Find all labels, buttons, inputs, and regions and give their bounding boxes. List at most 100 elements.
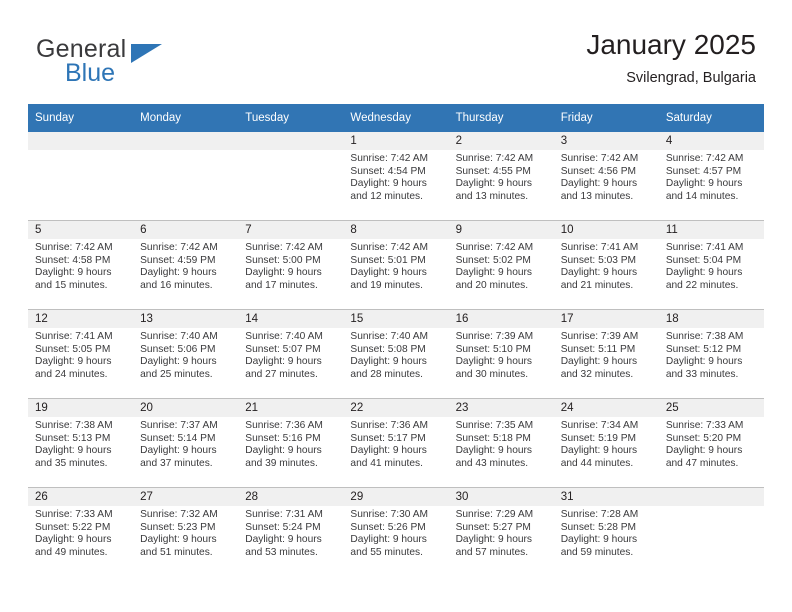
day-number: 1 (343, 132, 449, 150)
day-sun-info: Sunrise: 7:42 AM Sunset: 4:56 PM Daylight:… (554, 150, 659, 203)
day-sun-info: Sunrise: 7:32 AM Sunset: 5:23 PM Daylight:… (133, 506, 238, 559)
daylight-text-line1: Daylight: 9 hours (245, 267, 322, 279)
calendar-day-cell[interactable]: 25 Sunrise: 7:33 AM Sunset: 5:20 PM Dayligh… (658, 398, 764, 488)
daylight-text-line2: and 24 minutes. (35, 368, 108, 380)
day-cell: 31 Sunrise: 7:28 AM Sunset: 5:28 PM Dayligh… (553, 488, 659, 576)
sunrise-text: Sunrise: 7:33 AM (35, 509, 113, 520)
calendar-day-cell[interactable]: 26 Sunrise: 7:33 AM Sunset: 5:22 PM Dayligh… (28, 487, 134, 576)
calendar-day-cell[interactable]: 29 Sunrise: 7:30 AM Sunset: 5:26 PM Dayligh… (343, 487, 449, 576)
calendar-day-cell[interactable]: 31 Sunrise: 7:28 AM Sunset: 5:28 PM Dayligh… (553, 487, 659, 576)
day-number: 19 (28, 399, 134, 417)
calendar-day-cell[interactable]: 18 Sunrise: 7:38 AM Sunset: 5:12 PM Dayligh… (658, 309, 764, 399)
day-cell: 1 Sunrise: 7:42 AM Sunset: 4:54 PM Daylight… (343, 132, 449, 220)
sunset-text: Sunset: 5:20 PM (665, 432, 742, 444)
daylight-text-line2: and 37 minutes. (140, 457, 213, 469)
day-cell: 7 Sunrise: 7:42 AM Sunset: 5:00 PM Daylight… (238, 221, 344, 309)
day-sun-info: Sunrise: 7:42 AM Sunset: 4:57 PM Daylight:… (659, 150, 764, 203)
sunrise-text: Sunrise: 7:42 AM (350, 242, 429, 253)
day-number: 16 (448, 310, 554, 328)
daylight-text-line2: and 57 minutes. (455, 546, 529, 558)
day-sun-info: Sunrise: 7:36 AM Sunset: 5:17 PM Daylight:… (343, 417, 448, 470)
weekday-header-thursday: Thursday (448, 104, 554, 132)
daylight-text-line2: and 32 minutes. (560, 368, 634, 380)
calendar-day-cell[interactable]: 21 Sunrise: 7:36 AM Sunset: 5:16 PM Dayligh… (238, 398, 344, 488)
calendar-day-cell[interactable]: 1 Sunrise: 7:42 AM Sunset: 4:54 PM Daylight… (343, 132, 449, 221)
daylight-text-line2: and 47 minutes. (665, 457, 739, 469)
sunset-text: Sunset: 4:57 PM (665, 165, 742, 177)
daylight-text-line1: Daylight: 9 hours (665, 445, 743, 457)
calendar-day-cell[interactable]: 19 Sunrise: 7:38 AM Sunset: 5:13 PM Dayligh… (28, 398, 134, 488)
day-cell: 27 Sunrise: 7:32 AM Sunset: 5:23 PM Dayligh… (133, 488, 239, 576)
calendar-day-cell[interactable]: 20 Sunrise: 7:37 AM Sunset: 5:14 PM Dayligh… (133, 398, 239, 488)
calendar-day-cell[interactable]: 23 Sunrise: 7:35 AM Sunset: 5:18 PM Dayligh… (448, 398, 554, 488)
day-number: 20 (133, 399, 239, 417)
calendar-day-cell[interactable]: 13 Sunrise: 7:40 AM Sunset: 5:06 PM Dayligh… (133, 309, 239, 399)
daylight-text-line2: and 20 minutes. (455, 279, 529, 291)
day-cell-empty (238, 132, 344, 220)
daylight-text-line2: and 55 minutes. (350, 546, 423, 558)
daylight-text-line2: and 17 minutes. (245, 279, 318, 291)
day-number: 12 (28, 310, 134, 328)
calendar-day-cell[interactable]: 11 Sunrise: 7:41 AM Sunset: 5:04 PM Dayligh… (658, 220, 764, 310)
sunrise-text: Sunrise: 7:40 AM (245, 331, 323, 342)
day-number: 9 (448, 221, 554, 239)
day-number: 23 (448, 399, 554, 417)
daylight-text-line1: Daylight: 9 hours (560, 178, 638, 190)
calendar-day-cell[interactable]: 30 Sunrise: 7:29 AM Sunset: 5:27 PM Dayligh… (448, 487, 554, 576)
sunset-text: Sunset: 5:06 PM (140, 343, 216, 355)
day-number: 22 (343, 399, 449, 417)
calendar-page: General Blue January 2025 Svilengrad, Bu… (0, 0, 792, 612)
daylight-text-line2: and 19 minutes. (350, 279, 423, 291)
daylight-text-line1: Daylight: 9 hours (455, 267, 533, 279)
calendar-day-cell[interactable]: 27 Sunrise: 7:32 AM Sunset: 5:23 PM Dayligh… (133, 487, 239, 576)
sunrise-text: Sunrise: 7:42 AM (455, 153, 534, 164)
sunrise-text: Sunrise: 7:40 AM (140, 331, 218, 342)
sunset-text: Sunset: 5:18 PM (455, 432, 531, 444)
calendar-day-cell[interactable]: 15 Sunrise: 7:40 AM Sunset: 5:08 PM Dayligh… (343, 309, 449, 399)
sunset-text: Sunset: 5:02 PM (455, 254, 531, 266)
day-number: 7 (238, 221, 344, 239)
calendar-day-cell[interactable]: 7 Sunrise: 7:42 AM Sunset: 5:00 PM Daylight… (238, 220, 344, 310)
weekday-header-monday: Monday (133, 104, 239, 132)
daylight-text-line2: and 25 minutes. (140, 368, 213, 380)
calendar-day-cell[interactable] (28, 132, 134, 221)
day-sun-info: Sunrise: 7:42 AM Sunset: 4:58 PM Daylight:… (28, 239, 133, 292)
day-sun-info: Sunrise: 7:42 AM Sunset: 5:02 PM Daylight:… (449, 239, 554, 292)
daylight-text-line1: Daylight: 9 hours (140, 534, 217, 546)
calendar-day-cell[interactable]: 12 Sunrise: 7:41 AM Sunset: 5:05 PM Dayligh… (28, 309, 134, 399)
day-cell-empty (658, 488, 764, 576)
calendar-day-cell[interactable]: 9 Sunrise: 7:42 AM Sunset: 5:02 PM Daylight… (448, 220, 554, 310)
calendar-week-row: 12 Sunrise: 7:41 AM Sunset: 5:05 PM Dayligh… (28, 309, 764, 399)
day-number: 13 (133, 310, 239, 328)
calendar-day-cell[interactable]: 24 Sunrise: 7:34 AM Sunset: 5:19 PM Dayligh… (553, 398, 659, 488)
sunset-text: Sunset: 5:19 PM (560, 432, 637, 444)
calendar-day-cell[interactable]: 4 Sunrise: 7:42 AM Sunset: 4:57 PM Daylight… (658, 132, 764, 221)
sunset-text: Sunset: 5:22 PM (35, 521, 111, 533)
daylight-text-line1: Daylight: 9 hours (245, 356, 322, 368)
daylight-text-line2: and 15 minutes. (35, 279, 108, 291)
calendar-day-cell[interactable]: 17 Sunrise: 7:39 AM Sunset: 5:11 PM Dayligh… (553, 309, 659, 399)
general-blue-logo[interactable]: General Blue (36, 36, 266, 90)
sunset-text: Sunset: 4:56 PM (560, 165, 637, 177)
day-number: 8 (343, 221, 449, 239)
calendar-day-cell[interactable]: 22 Sunrise: 7:36 AM Sunset: 5:17 PM Dayligh… (343, 398, 449, 488)
calendar-day-cell[interactable]: 10 Sunrise: 7:41 AM Sunset: 5:03 PM Dayligh… (553, 220, 659, 310)
calendar-day-cell[interactable]: 5 Sunrise: 7:42 AM Sunset: 4:58 PM Daylight… (28, 220, 134, 310)
calendar-day-cell[interactable] (658, 487, 764, 576)
daylight-text-line1: Daylight: 9 hours (140, 356, 217, 368)
daylight-text-line2: and 49 minutes. (35, 546, 108, 558)
sunrise-text: Sunrise: 7:42 AM (455, 242, 534, 253)
calendar-day-cell[interactable]: 3 Sunrise: 7:42 AM Sunset: 4:56 PM Daylight… (553, 132, 659, 221)
calendar-day-cell[interactable]: 14 Sunrise: 7:40 AM Sunset: 5:07 PM Dayligh… (238, 309, 344, 399)
daylight-text-line2: and 39 minutes. (245, 457, 318, 469)
calendar-day-cell[interactable]: 8 Sunrise: 7:42 AM Sunset: 5:01 PM Daylight… (343, 220, 449, 310)
calendar-day-cell[interactable] (238, 132, 344, 221)
calendar-day-cell[interactable]: 6 Sunrise: 7:42 AM Sunset: 4:59 PM Daylight… (133, 220, 239, 310)
calendar-day-cell[interactable]: 16 Sunrise: 7:39 AM Sunset: 5:10 PM Dayligh… (448, 309, 554, 399)
day-sun-info: Sunrise: 7:40 AM Sunset: 5:07 PM Daylight:… (238, 328, 343, 381)
calendar-day-cell[interactable]: 28 Sunrise: 7:31 AM Sunset: 5:24 PM Dayligh… (238, 487, 344, 576)
calendar-day-cell[interactable]: 2 Sunrise: 7:42 AM Sunset: 4:55 PM Daylight… (448, 132, 554, 221)
calendar-day-cell[interactable] (133, 132, 239, 221)
sunset-text: Sunset: 5:28 PM (560, 521, 637, 533)
daylight-text-line1: Daylight: 9 hours (455, 445, 533, 457)
